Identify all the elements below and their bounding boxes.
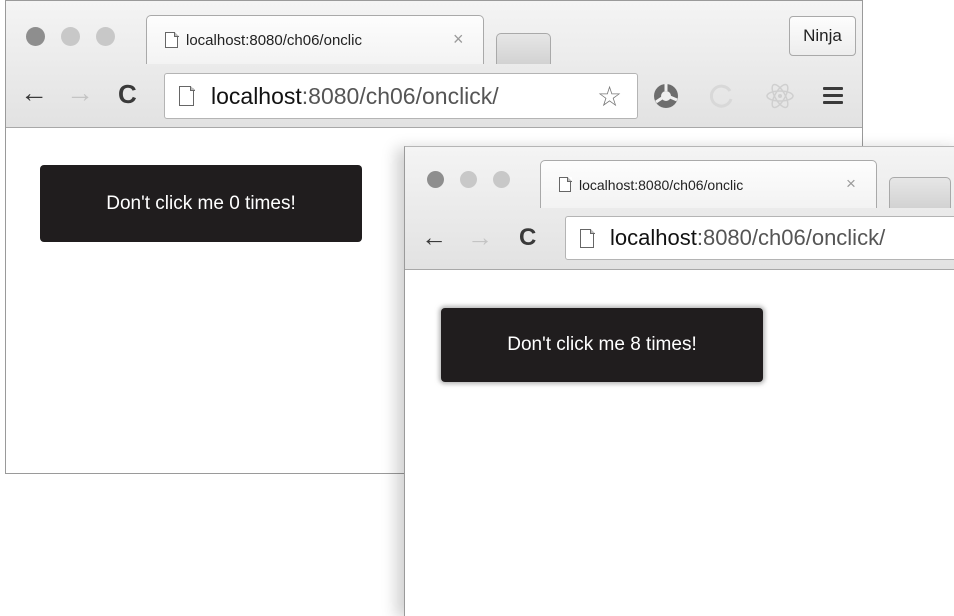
close-window-button[interactable] [427,171,444,188]
browser-window-front: localhost:8080/ch06/onclic × ← → C local… [404,146,954,616]
reload-icon[interactable]: C [519,226,536,250]
close-window-button[interactable] [26,27,45,46]
tab-close-icon[interactable]: × [453,29,464,50]
forward-arrow-icon[interactable]: → [66,79,94,107]
tab-close-icon[interactable]: × [846,174,856,194]
address-bar[interactable]: localhost:8080/ch06/onclick/ [565,216,954,260]
browser-toolbar: localhost:8080/ch06/onclic × Ninja ← → C… [6,1,862,128]
profile-button[interactable]: Ninja [789,16,856,56]
tab-title: localhost:8080/ch06/onclic [579,176,744,193]
browser-toolbar: localhost:8080/ch06/onclic × ← → C local… [405,147,954,270]
hamburger-menu-icon[interactable] [823,87,843,108]
bookmark-star-icon[interactable]: ☆ [597,80,622,113]
maximize-window-button[interactable] [96,27,115,46]
back-arrow-icon[interactable]: ← [20,79,48,107]
minimize-window-button[interactable] [61,27,80,46]
chrome-extension-icon[interactable] [651,81,681,111]
back-arrow-icon[interactable]: ← [421,224,447,250]
tab-active[interactable]: localhost:8080/ch06/onclic × [146,15,484,64]
page-icon [559,176,572,192]
maximize-window-button[interactable] [493,171,510,188]
minimize-window-button[interactable] [460,171,477,188]
url-text: localhost:8080/ch06/onclick/ [610,225,886,250]
page-icon [165,31,179,48]
refresh-extension-icon[interactable] [706,81,736,111]
address-bar[interactable]: localhost:8080/ch06/onclick/ ☆ [164,73,638,119]
reload-icon[interactable]: C [118,81,137,107]
new-tab-button[interactable] [889,177,951,208]
page-icon [179,85,195,106]
tab-title: localhost:8080/ch06/onclic [186,31,362,49]
react-devtools-icon[interactable] [764,80,796,112]
new-tab-button[interactable] [496,33,551,64]
url-text: localhost:8080/ch06/onclick/ [211,83,499,109]
tab-active[interactable]: localhost:8080/ch06/onclic × [540,160,877,208]
page-icon [580,228,595,248]
dont-click-button[interactable]: Don't click me 0 times! [40,165,362,242]
forward-arrow-icon[interactable]: → [467,224,493,250]
dont-click-button[interactable]: Don't click me 8 times! [441,308,763,382]
